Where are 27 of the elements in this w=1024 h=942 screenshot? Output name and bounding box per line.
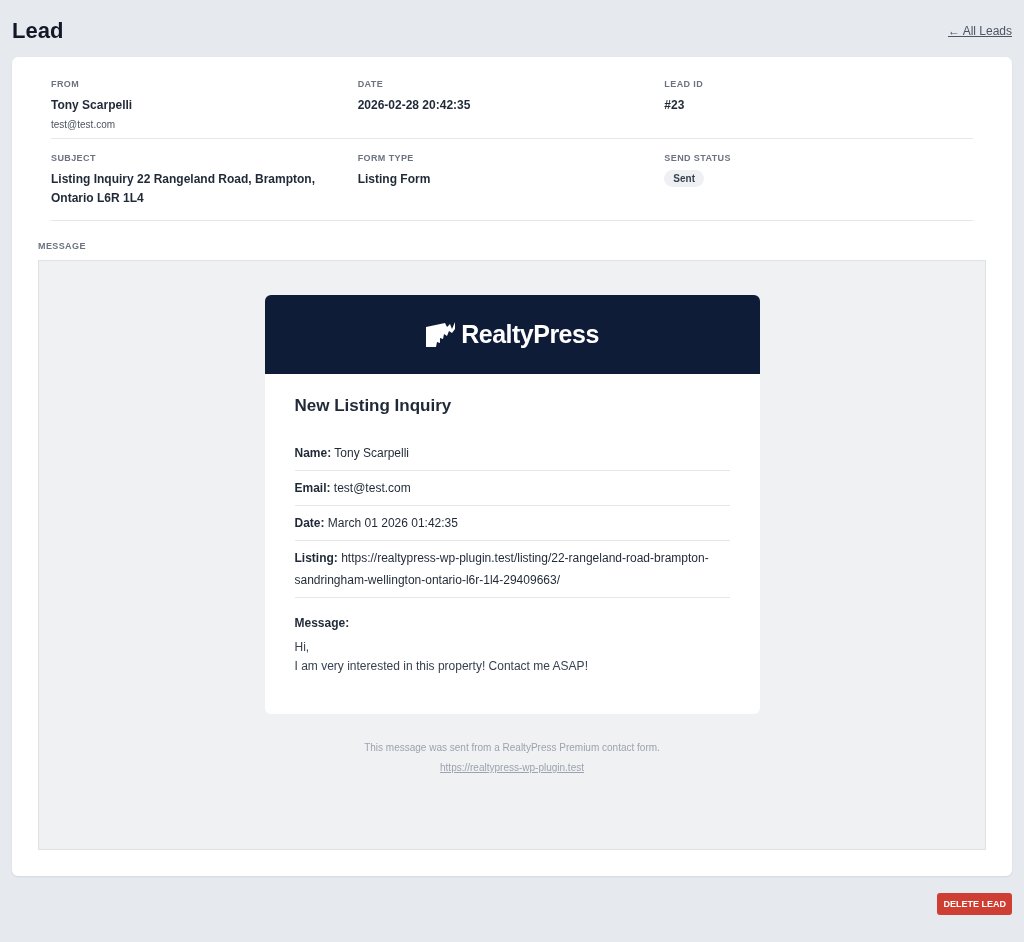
email-field: Date: March 01 2026 01:42:35 xyxy=(294,506,730,541)
field-label: SUBJECT xyxy=(51,153,96,163)
field-value: Tony Scarpelli xyxy=(51,97,133,114)
page-title: Lead xyxy=(12,18,64,44)
field-value: Listing Inquiry 22 Rangeland Road, Brampton, Ontario L6R 1L4 xyxy=(51,171,317,207)
field-label: FORM TYPE xyxy=(357,153,414,163)
email-heading: New Listing Inquiry xyxy=(294,396,453,416)
field-label: SEND STATUS xyxy=(664,153,731,163)
field-value: Listing Form xyxy=(357,171,431,188)
message-text: I am very interested in this property! Contact me ASAP! xyxy=(294,658,589,675)
status-badge: Sent xyxy=(664,170,704,187)
field-subtext: test@test.com xyxy=(51,119,116,130)
field-value: #23 xyxy=(664,97,685,114)
logo-text: RealtyPress xyxy=(461,320,599,349)
message-heading: Message: xyxy=(294,616,351,630)
footer-note: This message was sent from a RealtyPress Premium contact form. xyxy=(364,742,660,753)
email-field: Email: test@test.com xyxy=(294,471,730,506)
email-field: Listing: https://realtypress-wp-plugin.test/listing/22-rangeland-road-brampton-sandringham-wellington-ontario-l6r-1l4-29409663/ xyxy=(294,541,730,598)
message-text: Hi, xyxy=(294,639,311,656)
field-label: LEAD ID xyxy=(664,79,704,89)
field-label: FROM xyxy=(51,79,80,89)
field-value: 2026-02-28 20:42:35 xyxy=(357,97,471,114)
field-label: DATE xyxy=(357,79,384,89)
delete-lead-button[interactable]: DELETE LEAD xyxy=(937,893,1012,915)
all-leads-link[interactable]: ← All Leads xyxy=(947,24,1012,38)
email-field: Name: Tony Scarpelli xyxy=(294,436,730,471)
message-label: MESSAGE xyxy=(38,241,87,251)
